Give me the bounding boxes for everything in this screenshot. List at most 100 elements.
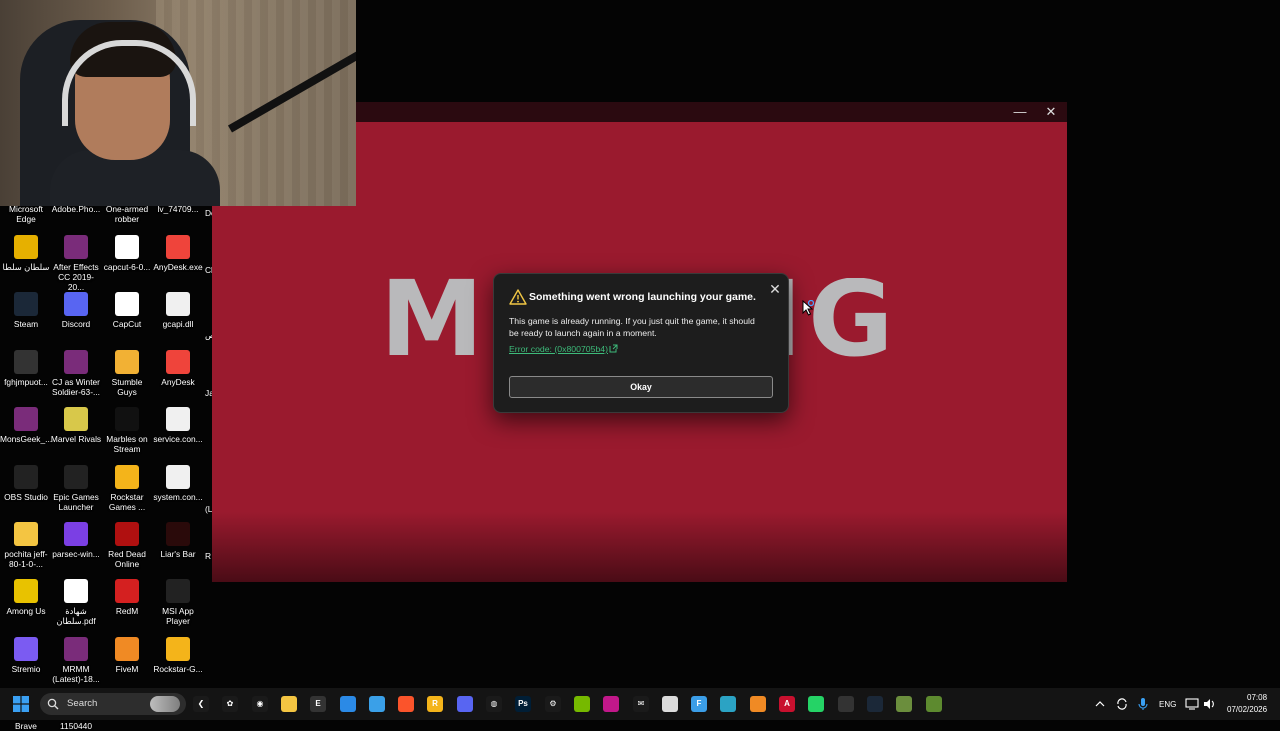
desktop-icon-label: Stumble Guys xyxy=(111,377,143,397)
copilot-icon[interactable]: ✿ xyxy=(222,696,238,712)
error-code-link[interactable]: Error code: (0x800705b4) xyxy=(509,344,618,354)
mail-icon[interactable]: ✉ xyxy=(633,696,649,712)
app-orange-icon[interactable] xyxy=(750,696,766,712)
file-icon xyxy=(166,292,190,316)
desktop-icon[interactable]: Stumble Guys xyxy=(101,350,153,397)
desktop-icon-label: pochita jeff-80-1-0-... xyxy=(4,549,48,569)
warning-icon xyxy=(509,289,527,305)
clock-date[interactable]: 07/02/2026 xyxy=(1227,705,1267,714)
desktop-icon[interactable]: Rockstar-G... xyxy=(152,637,204,674)
desktop-icon[interactable]: service.con... xyxy=(152,407,204,444)
sync-icon[interactable] xyxy=(1115,697,1129,711)
file-explorer-icon[interactable] xyxy=(281,696,297,712)
dialog-close-button[interactable]: ✕ xyxy=(766,280,784,298)
close-window-button[interactable]: ✕ xyxy=(1039,104,1063,120)
desktop-icon[interactable]: pochita jeff-80-1-0-... xyxy=(0,522,52,569)
desktop-icon[interactable]: FiveM xyxy=(101,637,153,674)
desktop-icon[interactable]: Steam xyxy=(0,292,52,329)
desktop-icon[interactable]: Liar's Bar xyxy=(152,522,204,559)
epic-games-icon[interactable]: E xyxy=(310,696,326,712)
notepad-icon[interactable] xyxy=(369,696,385,712)
microphone-icon[interactable] xyxy=(1137,697,1149,711)
anydesk-icon xyxy=(166,235,190,259)
windows-start-icon[interactable] xyxy=(13,696,29,712)
desktop-icon[interactable]: MonsGeek_... xyxy=(0,407,52,444)
mouse-cursor-icon xyxy=(802,300,814,316)
error-dialog: Something went wrong launching your game… xyxy=(493,273,789,413)
clock-time[interactable]: 07:08 xyxy=(1247,693,1267,702)
desktop-icon-label: AnyDesk.exe xyxy=(153,262,203,272)
whatsapp-icon[interactable] xyxy=(808,696,824,712)
steam-icon[interactable] xyxy=(867,696,883,712)
desktop-icon[interactable]: MSI App Player xyxy=(152,579,204,626)
brave-icon[interactable] xyxy=(398,696,414,712)
desktop-icon[interactable]: Discord xyxy=(50,292,102,329)
app-f-icon[interactable]: F xyxy=(691,696,707,712)
desktop-icon[interactable]: MRMM (Latest)-18... xyxy=(50,637,102,684)
desktop-icon[interactable]: system.con... xyxy=(152,465,204,502)
minimize-button[interactable]: — xyxy=(1008,104,1032,120)
rockstar-icon xyxy=(166,637,190,661)
desktop-icon[interactable]: gcapi.dll xyxy=(152,292,204,329)
desktop-icon[interactable]: Epic Games Launcher xyxy=(50,465,102,512)
discord-icon[interactable] xyxy=(457,696,473,712)
external-link-icon xyxy=(609,344,618,353)
desktop-icon[interactable]: شهادة سلطان.pdf xyxy=(50,579,102,626)
desktop-icon[interactable]: سلطان سلطا xyxy=(0,235,52,272)
nvidia-icon[interactable] xyxy=(574,696,590,712)
desktop-icon[interactable]: parsec-win... xyxy=(50,522,102,559)
desktop-icon-label: Liar's Bar xyxy=(160,549,196,559)
red-dead-icon xyxy=(115,522,139,546)
desktop-icon[interactable]: Rockstar Games ... xyxy=(101,465,153,512)
desktop-icon-partial[interactable]: One-armed robber xyxy=(101,204,153,224)
desktop-icon[interactable]: fghjmpuot... xyxy=(0,350,52,387)
steam-client-icon[interactable]: ⚙ xyxy=(545,696,561,712)
app-dark-icon[interactable] xyxy=(838,696,854,712)
minecraft-icon[interactable] xyxy=(896,696,912,712)
desktop-icon-label: OBS Studio xyxy=(4,492,48,502)
desktop-icon-label: service.con... xyxy=(153,434,203,444)
taskbar-search-box[interactable]: Search xyxy=(40,693,186,715)
epic-games-icon xyxy=(64,465,88,489)
desktop-icon-partial[interactable]: Microsoft Edge xyxy=(0,204,52,224)
network-icon[interactable] xyxy=(1185,697,1199,711)
capcut-icon xyxy=(115,292,139,316)
desktop-icon[interactable]: After Effects CC 2019-20... xyxy=(50,235,102,292)
rockstar-icon[interactable]: R xyxy=(427,696,443,712)
winrar-icon xyxy=(14,407,38,431)
desktop-icon-label: One-armed robber xyxy=(105,204,149,224)
volume-icon[interactable] xyxy=(1202,697,1216,711)
app-pink-icon[interactable] xyxy=(603,696,619,712)
redm-icon xyxy=(115,579,139,603)
language-indicator[interactable]: ENG xyxy=(1159,700,1176,709)
image-viewer-icon[interactable] xyxy=(662,696,678,712)
desktop-icon[interactable]: Among Us xyxy=(0,579,52,616)
chrome-icon[interactable]: ◉ xyxy=(252,696,268,712)
app-red-a-icon[interactable]: A xyxy=(779,696,795,712)
desktop-icon-label: parsec-win... xyxy=(52,549,100,559)
chevron-up-icon[interactable] xyxy=(1095,700,1105,708)
desktop-icon[interactable]: Marvel Rivals xyxy=(50,407,102,444)
fivem-icon xyxy=(115,637,139,661)
desktop-icon[interactable]: CapCut xyxy=(101,292,153,329)
desktop-icon-label: Discord xyxy=(61,319,91,329)
desktop-icon-label: Rockstar Games ... xyxy=(108,492,146,512)
desktop-icon[interactable]: Marbles on Stream xyxy=(101,407,153,454)
desktop-icon[interactable]: RedM xyxy=(101,579,153,616)
desktop-icon[interactable]: capcut-6-0... xyxy=(101,235,153,272)
minecraft-launcher-icon[interactable] xyxy=(926,696,942,712)
desktop-icon-label: Marvel Rivals xyxy=(50,434,102,444)
desktop-icon[interactable]: AnyDesk.exe xyxy=(152,235,204,272)
globe-icon[interactable] xyxy=(720,696,736,712)
photoshop-icon[interactable]: Ps xyxy=(515,696,531,712)
desktop-icon[interactable]: Red Dead Online xyxy=(101,522,153,569)
desktop-icon[interactable]: Stremio xyxy=(0,637,52,674)
desktop-icon-label: Among Us xyxy=(6,606,46,616)
desktop-icon[interactable]: AnyDesk xyxy=(152,350,204,387)
task-view-icon[interactable]: ❮ xyxy=(193,696,209,712)
desktop-icon[interactable]: OBS Studio xyxy=(0,465,52,502)
xbox-app-icon[interactable]: ◍ xyxy=(486,696,502,712)
okay-button[interactable]: Okay xyxy=(509,376,773,398)
desktop-icon[interactable]: CJ as Winter Soldier-63-... xyxy=(50,350,102,397)
microsoft-store-icon[interactable] xyxy=(340,696,356,712)
